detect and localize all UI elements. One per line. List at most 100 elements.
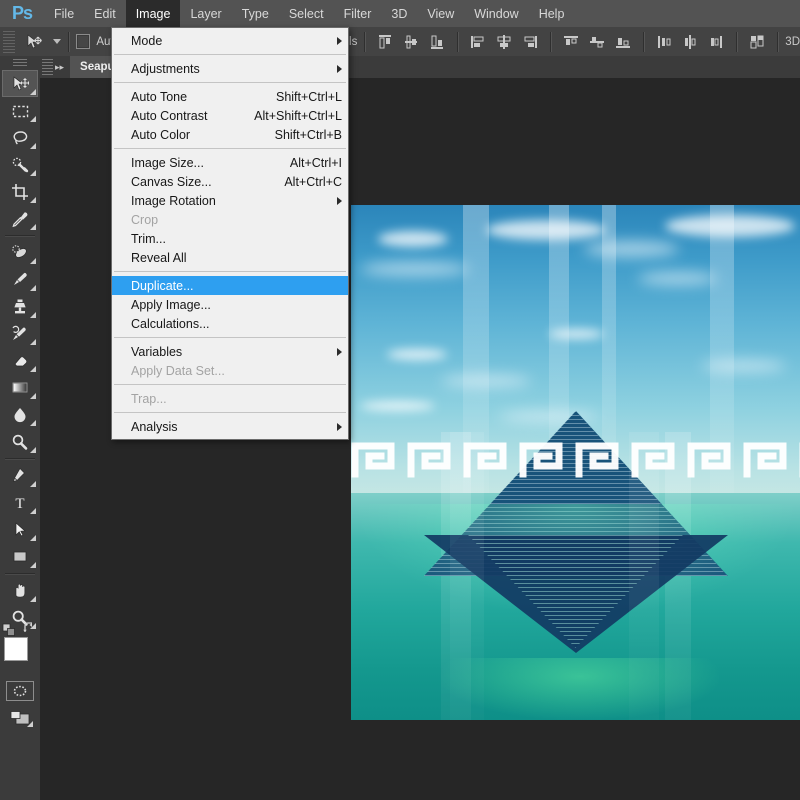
menubar-item-filter[interactable]: Filter — [334, 0, 382, 27]
align-right-edges-icon[interactable] — [517, 31, 543, 53]
menu-item-auto-color[interactable]: Auto Color Shift+Ctrl+B — [112, 125, 348, 144]
distribute-bottom-edges-icon[interactable] — [610, 31, 636, 53]
crop-tool-icon[interactable] — [2, 178, 38, 205]
menu-item-crop: Crop — [112, 210, 348, 229]
tool-flyout-triangle-icon — [30, 197, 36, 203]
lasso-tool-icon[interactable] — [2, 124, 38, 151]
menu-separator — [114, 384, 346, 385]
distribute-vertical-centers-icon[interactable] — [584, 31, 610, 53]
menu-item-canvas-size[interactable]: Canvas Size... Alt+Ctrl+C — [112, 172, 348, 191]
menu-item-label: Trim... — [131, 231, 166, 246]
menu-item-image-size[interactable]: Image Size... Alt+Ctrl+I — [112, 153, 348, 172]
menu-item-reveal-all[interactable]: Reveal All — [112, 248, 348, 267]
quick-mask-icon[interactable] — [6, 681, 34, 701]
tool-preset-chevron-down-icon[interactable] — [52, 39, 61, 44]
menu-item-label: Trap... — [131, 391, 167, 406]
menu-separator — [114, 82, 346, 83]
menu-item-auto-contrast[interactable]: Auto Contrast Alt+Shift+Ctrl+L — [112, 106, 348, 125]
menu-item-adjustments[interactable]: Adjustments — [112, 59, 348, 78]
menubar-item-image[interactable]: Image — [125, 0, 181, 27]
image-menu-dropdown[interactable]: Mode Adjustments Auto Tone Shift+Ctrl+L Auto… — [111, 27, 349, 440]
align-left-edges-icon[interactable] — [465, 31, 491, 53]
clone-stamp-tool-icon[interactable] — [2, 293, 38, 320]
distribute-horizontal-centers-icon[interactable] — [677, 31, 703, 53]
menu-item-apply-image[interactable]: Apply Image... — [112, 295, 348, 314]
dodge-tool-icon[interactable] — [2, 428, 38, 455]
menu-item-shortcut: Alt+Ctrl+C — [284, 174, 342, 189]
menu-item-mode[interactable]: Mode — [112, 31, 348, 50]
distribute-right-edges-icon[interactable] — [703, 31, 729, 53]
submenu-arrow-icon — [337, 36, 342, 45]
tool-flyout-triangle-icon — [30, 339, 36, 345]
menubar-item-help[interactable]: Help — [529, 0, 575, 27]
history-brush-tool-icon[interactable] — [2, 320, 38, 347]
align-bottom-edges-icon[interactable] — [424, 31, 450, 53]
align-top-edges-icon[interactable] — [372, 31, 398, 53]
foreground-color-swatch[interactable] — [4, 637, 28, 661]
menu-separator — [114, 54, 346, 55]
options-divider — [67, 31, 69, 52]
align-vertical-centers-icon[interactable] — [398, 31, 424, 53]
rectangular-marquee-tool-icon[interactable] — [2, 97, 38, 124]
rectangle-tool-icon[interactable] — [2, 543, 38, 570]
menu-item-label: Auto Tone — [131, 89, 188, 104]
menu-separator — [114, 271, 346, 272]
spot-healing-brush-tool-icon[interactable] — [2, 239, 38, 266]
pen-tool-icon[interactable] — [2, 462, 38, 489]
photoshop-window: Ps File Edit Image Layer Type Select Filter 3D V… — [0, 0, 800, 800]
auto-select-checkbox[interactable] — [75, 34, 91, 49]
menu-item-auto-tone[interactable]: Auto Tone Shift+Ctrl+L — [112, 87, 348, 106]
distribute-top-edges-icon[interactable] — [558, 31, 584, 53]
screen-mode-icon[interactable] — [5, 707, 35, 729]
menu-item-calculations[interactable]: Calculations... — [112, 314, 348, 333]
cloud-shape — [377, 230, 448, 247]
image-canvas[interactable] — [351, 205, 800, 720]
auto-align-layers-icon[interactable] — [744, 31, 770, 53]
tool-flyout-triangle-icon — [30, 508, 36, 514]
menubar-item-edit[interactable]: Edit — [84, 0, 126, 27]
eraser-tool-icon[interactable] — [2, 347, 38, 374]
options-bar-grip[interactable] — [3, 30, 15, 53]
blur-tool-icon[interactable] — [2, 401, 38, 428]
tool-flyout-triangle-icon — [30, 562, 36, 568]
brush-tool-icon[interactable] — [2, 266, 38, 293]
move-tool-icon[interactable] — [20, 30, 49, 54]
menu-item-label: Apply Image... — [131, 297, 211, 312]
tools-panel-grip[interactable] — [13, 59, 27, 68]
menu-item-variables[interactable]: Variables — [112, 342, 348, 361]
tool-flyout-triangle-icon — [30, 596, 36, 602]
submenu-arrow-icon — [337, 347, 342, 356]
align-group-divider — [457, 31, 459, 52]
tool-flyout-triangle-icon — [30, 420, 36, 426]
expand-panels-chevron-icon[interactable]: ▸▸ — [55, 62, 64, 72]
menubar-item-type[interactable]: Type — [232, 0, 279, 27]
gradient-tool-icon[interactable] — [2, 374, 38, 401]
menu-item-analysis[interactable]: Analysis — [112, 417, 348, 436]
quick-selection-tool-icon[interactable] — [2, 151, 38, 178]
type-tool-icon[interactable]: T — [2, 489, 38, 516]
menu-item-label: Reveal All — [131, 250, 187, 265]
cloud-shape — [359, 400, 435, 411]
menubar-item-view[interactable]: View — [417, 0, 464, 27]
menubar-item-select[interactable]: Select — [279, 0, 334, 27]
menubar-item-3d[interactable]: 3D — [381, 0, 417, 27]
tool-flyout-triangle-icon — [30, 116, 36, 122]
hand-tool-icon[interactable] — [2, 577, 38, 604]
menu-item-trap: Trap... — [112, 389, 348, 408]
submenu-arrow-icon — [337, 196, 342, 205]
menubar-item-window[interactable]: Window — [464, 0, 528, 27]
path-selection-tool-icon[interactable] — [2, 516, 38, 543]
align-horizontal-centers-icon[interactable] — [491, 31, 517, 53]
distribute-left-edges-icon[interactable] — [651, 31, 677, 53]
menu-item-shortcut: Alt+Ctrl+I — [289, 155, 342, 170]
tool-flyout-triangle-icon — [30, 224, 36, 230]
menu-item-image-rotation[interactable]: Image Rotation — [112, 191, 348, 210]
move-tool-icon[interactable] — [2, 70, 38, 97]
menu-item-trim[interactable]: Trim... — [112, 229, 348, 248]
menu-item-duplicate[interactable]: Duplicate... — [112, 276, 348, 295]
tools-divider — [5, 235, 35, 236]
eyedropper-tool-icon[interactable] — [2, 205, 38, 232]
menubar-item-layer[interactable]: Layer — [180, 0, 231, 27]
menubar-item-file[interactable]: File — [44, 0, 84, 27]
tab-bar-grip[interactable] — [42, 59, 53, 75]
